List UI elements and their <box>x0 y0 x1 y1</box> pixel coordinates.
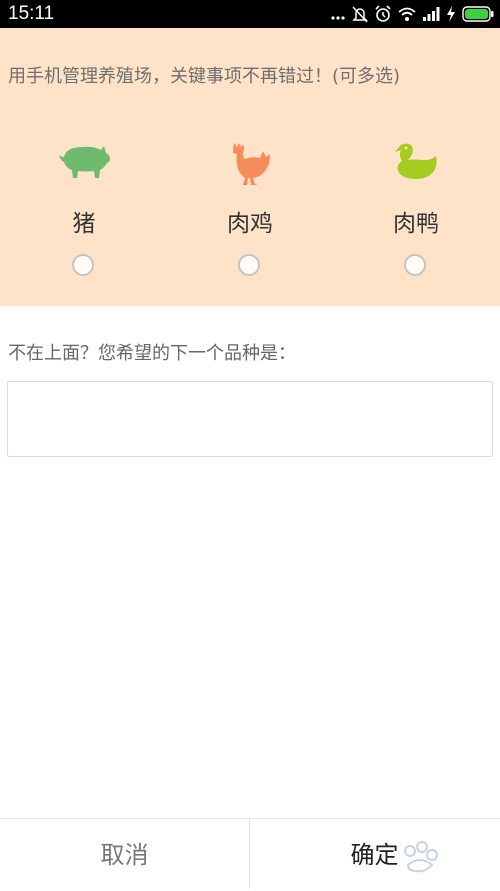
option-pig[interactable]: 猪 <box>24 140 144 285</box>
mute-icon <box>352 5 368 23</box>
duck-radio[interactable] <box>404 254 426 276</box>
status-time: 15:11 <box>8 3 55 24</box>
status-bar: 15:11 <box>0 0 500 28</box>
watermark-logo <box>404 841 438 873</box>
status-icons <box>330 4 494 24</box>
pig-icon <box>56 140 112 184</box>
panel-headline: 用手机管理养殖场，关键事项不再错过！(可多选) <box>8 66 401 87</box>
battery-level <box>465 9 488 19</box>
suggestion-input[interactable] <box>7 381 493 457</box>
battery-icon <box>462 6 494 22</box>
charging-icon <box>446 6 456 22</box>
option-chicken[interactable]: 肉鸡 <box>190 140 310 285</box>
option-duck[interactable]: 肉鸭 <box>356 140 476 285</box>
pig-radio[interactable] <box>72 254 94 276</box>
alarm-icon <box>374 5 392 23</box>
chicken-radio[interactable] <box>238 254 260 276</box>
chicken-icon <box>228 140 272 192</box>
duck-icon <box>392 140 440 188</box>
dots-icon <box>330 6 346 22</box>
option-label: 肉鸡 <box>227 211 273 237</box>
option-label: 猪 <box>72 211 96 237</box>
wifi-icon <box>398 6 416 22</box>
signal-icon <box>422 6 440 22</box>
suggestion-question: 不在上面？您希望的下一个品种是： <box>8 343 296 364</box>
cancel-button[interactable]: 取消 <box>0 819 249 889</box>
option-label: 肉鸭 <box>393 211 439 237</box>
